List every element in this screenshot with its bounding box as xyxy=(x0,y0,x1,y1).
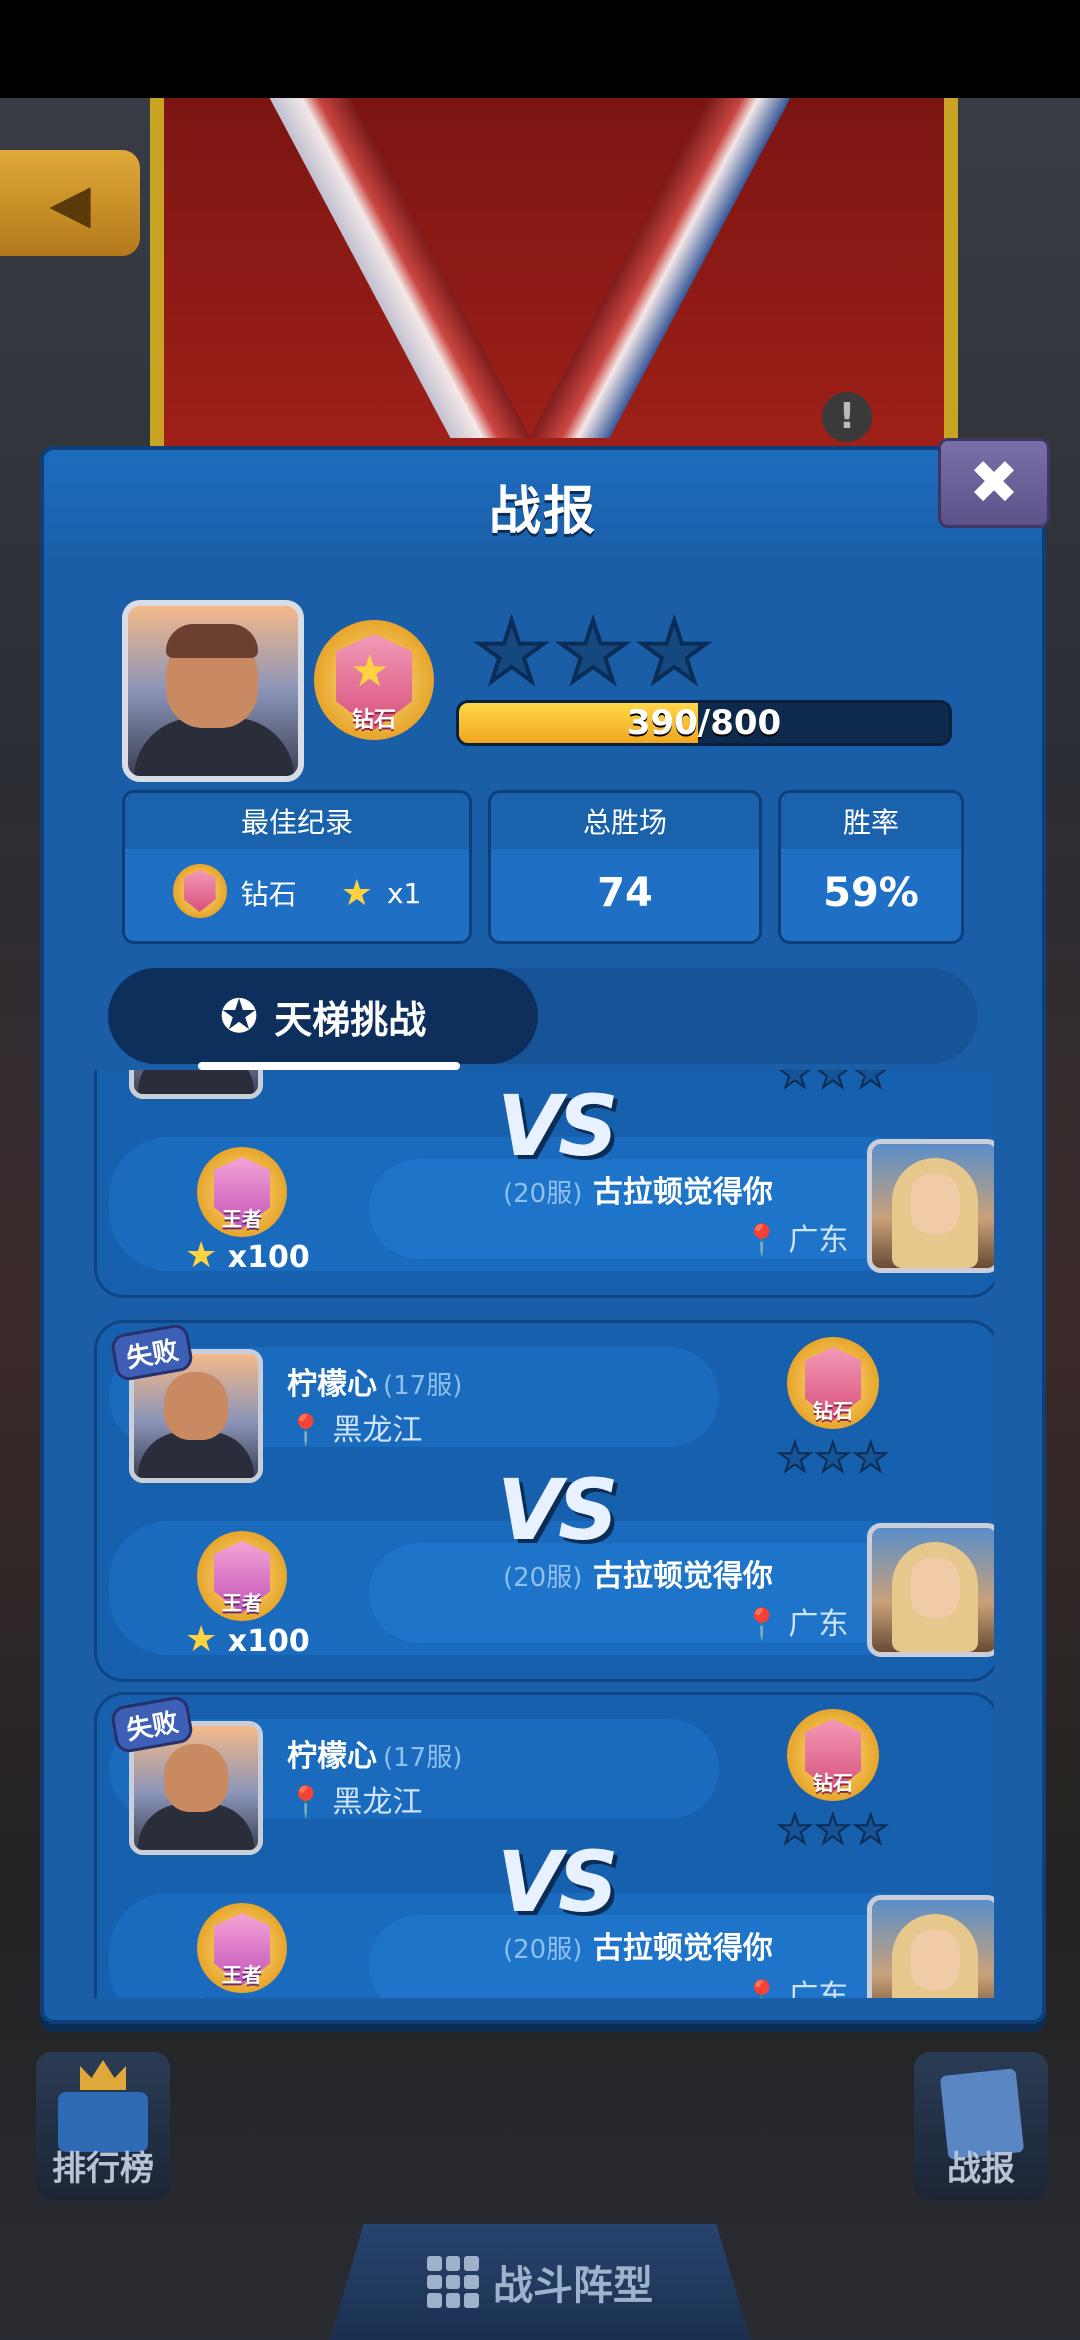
rank-label: 钻石 xyxy=(351,708,396,733)
leaderboard-button[interactable]: 排行榜 xyxy=(36,2052,170,2200)
location-pin-icon: 📍 xyxy=(743,1223,781,1258)
location-pin-icon: 📍 xyxy=(743,1607,781,1642)
opponent-location: 📍 广东 xyxy=(743,1607,849,1642)
player-rank-badge: 王者 xyxy=(197,1903,287,1998)
location-pin-icon: 📍 xyxy=(743,1979,781,1998)
star-icon: ★ xyxy=(340,872,373,914)
star-icon: ★ xyxy=(553,603,632,701)
match-card[interactable]: ★★★ VS 王者 ★ x100 (20服) 古拉顿觉得你 📍 广东 xyxy=(94,1070,994,1298)
opponent-name: (20服) 古拉顿觉得你 xyxy=(503,1175,773,1210)
opponent-avatar[interactable] xyxy=(867,1139,994,1273)
back-button[interactable]: ◀ xyxy=(0,150,140,256)
match-card[interactable]: 失败 柠檬心(17服) 📍黑龙江 钻石 ★★★ VS 王者 ★ x100 (20… xyxy=(94,1692,994,1998)
best-record-box: 最佳纪录 钻石 ★ x1 xyxy=(122,790,472,944)
best-rank: 钻石 xyxy=(240,878,297,911)
battle-report-button[interactable]: 战报 xyxy=(914,2052,1048,2200)
player-avatar[interactable] xyxy=(122,600,304,782)
total-wins-header: 总胜场 xyxy=(491,793,759,849)
total-wins-value: 74 xyxy=(597,870,653,916)
opponent-location: 📍 广东 xyxy=(743,1223,849,1258)
best-record-header: 最佳纪录 xyxy=(125,793,469,849)
formation-tab[interactable]: 战斗阵型 xyxy=(330,2224,750,2340)
panel-title: 战报 xyxy=(488,481,597,542)
opponent-rank-stars: ★★★ xyxy=(776,1434,891,1482)
close-icon: ✖ xyxy=(968,448,1020,518)
laurel-star-icon: ✪ xyxy=(219,989,259,1043)
battle-report-label: 战报 xyxy=(947,2149,1015,2189)
tab-ladder-challenge[interactable]: ✪ 天梯挑战 xyxy=(108,968,538,1070)
rank-progress-bar: 390/800 xyxy=(456,700,952,746)
player-star-count: ★ x100 xyxy=(185,1619,310,1660)
player-star-count: ★ x100 xyxy=(185,1235,310,1276)
tab-label: 天梯挑战 xyxy=(274,997,427,1042)
opponent-rank-stars: ★★★ xyxy=(776,1070,891,1098)
match-list[interactable]: ★★★ VS 王者 ★ x100 (20服) 古拉顿觉得你 📍 广东 失败 柠檬心… xyxy=(94,1070,994,1998)
star-icon: ★ xyxy=(185,1619,218,1660)
star-icon: ★ xyxy=(185,1991,217,1998)
tab-underline xyxy=(198,1062,460,1070)
panel-header: 战报 xyxy=(44,450,1042,562)
opponent-avatar[interactable] xyxy=(867,1895,994,1998)
vs-label: VS xyxy=(497,1077,618,1175)
opponent-rank-badge: 钻石 xyxy=(787,1709,879,1809)
star-icon: ★ xyxy=(185,1235,218,1276)
star-icon: ★ xyxy=(635,603,714,701)
rank-stars: ★ ★ ★ xyxy=(472,603,714,701)
opponent-rank-stars: ★★★ xyxy=(776,1806,891,1854)
grid-icon xyxy=(427,2256,479,2308)
star-icon: ★ xyxy=(472,603,551,701)
player-name: 柠檬心 (17服) xyxy=(287,1739,463,1774)
star-icon: ★ xyxy=(350,646,390,697)
back-arrow-icon: ◀ xyxy=(49,171,91,235)
win-rate-value: 59% xyxy=(823,870,919,916)
progress-text: 390/800 xyxy=(626,703,782,743)
close-button[interactable]: ✖ xyxy=(938,438,1050,528)
system-status-bar xyxy=(0,0,1080,98)
crown-icon xyxy=(80,2060,126,2090)
location-pin-icon: 📍 xyxy=(287,1785,325,1820)
vs-label: VS xyxy=(497,1833,618,1931)
opponent-name: (20服) 古拉顿觉得你 xyxy=(503,1559,773,1594)
best-stars: x1 xyxy=(386,876,422,910)
player-location: 📍 黑龙江 xyxy=(287,1413,423,1448)
player-rank-badge: 王者 xyxy=(197,1531,287,1627)
player-location: 📍 黑龙江 xyxy=(287,1785,423,1820)
total-wins-box: 总胜场 74 xyxy=(488,790,762,944)
win-rate-box: 胜率 59% xyxy=(778,790,964,944)
player-name: 柠檬心 (17服) xyxy=(287,1367,463,1402)
opponent-name: (20服) 古拉顿觉得你 xyxy=(503,1931,773,1966)
player-avatar[interactable] xyxy=(129,1070,263,1099)
opponent-location: 📍 广东 xyxy=(743,1971,848,1998)
vs-label: VS xyxy=(497,1461,618,1559)
warning-icon[interactable]: ! xyxy=(822,392,872,442)
leaderboard-label: 排行榜 xyxy=(52,2149,154,2189)
opponent-rank-badge: 钻石 xyxy=(787,1337,879,1437)
win-rate-header: 胜率 xyxy=(781,793,961,849)
diamond-badge-icon xyxy=(172,864,227,922)
opponent-avatar[interactable] xyxy=(867,1523,994,1657)
battle-report-panel: 战报 ★ 钻石 ★ ★ ★ 390/800 最佳纪录 钻石 ★ x1 总胜场 7… xyxy=(40,446,1046,2024)
rank-badge: ★ 钻石 xyxy=(314,620,434,750)
location-pin-icon: 📍 xyxy=(287,1413,325,1448)
match-card[interactable]: 失败 柠檬心(17服) 📍黑龙江 钻石 ★★★ VS 王者 ★ x100 (20… xyxy=(94,1320,994,1682)
player-star-count: ★ x100 xyxy=(185,1991,310,1998)
formation-label: 战斗阵型 xyxy=(493,2263,653,2309)
player-rank-badge: 王者 xyxy=(197,1147,287,1243)
